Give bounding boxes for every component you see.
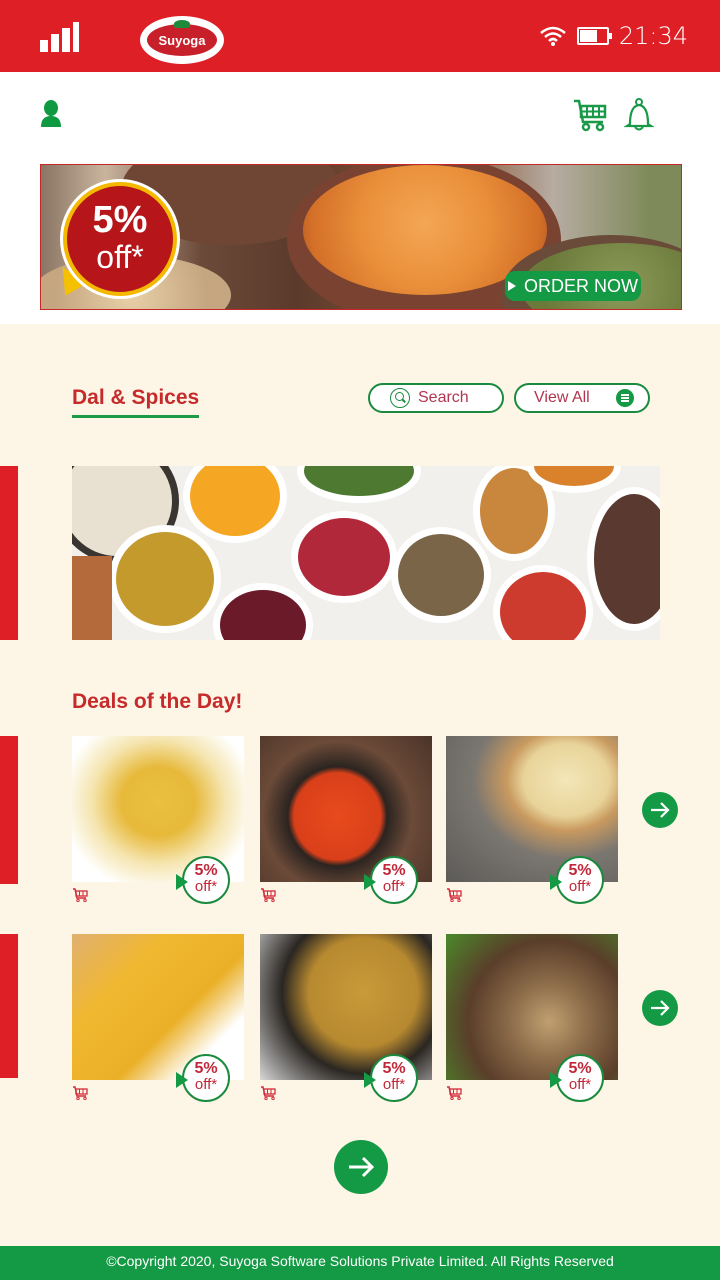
order-now-label: ORDER NOW — [524, 275, 638, 296]
row-marker — [0, 934, 18, 1078]
arrow-right-icon — [651, 1000, 670, 1016]
offer-suffix: off* — [96, 239, 144, 275]
discount-badge[interactable]: 5% off* — [550, 856, 604, 904]
view-all-button[interactable]: View All — [514, 383, 650, 413]
signal-icon — [40, 22, 80, 52]
discount-badge[interactable]: 5% off* — [176, 1054, 230, 1102]
offer-percent: 5% — [92, 199, 148, 241]
spice-chilli — [534, 466, 614, 486]
discount-suffix: off* — [382, 1076, 406, 1093]
discount-badge[interactable]: 5% off* — [364, 856, 418, 904]
badge-pointer-icon — [176, 1072, 188, 1088]
discount-badge[interactable]: 5% off* — [176, 856, 230, 904]
spice-cinnamon — [72, 556, 112, 640]
play-icon — [508, 281, 516, 291]
row-next-button[interactable] — [642, 990, 678, 1026]
view-all-label: View All — [534, 389, 590, 406]
discount-percent: 5% — [194, 862, 218, 879]
copyright-text: ©Copyright 2020, Suyoga Software Solutio… — [106, 1253, 614, 1269]
category-title: Dal & Spices — [72, 386, 200, 418]
offer-badge: 5% off* — [60, 179, 180, 299]
battery-icon — [576, 27, 612, 45]
status-bar: Suyoga 21:34 — [0, 0, 720, 72]
spice-sumac — [220, 590, 306, 640]
spice-cumin-powder — [116, 532, 214, 626]
discount-percent: 5% — [194, 1060, 218, 1077]
arrow-right-icon — [349, 1156, 375, 1178]
battery-fill — [579, 30, 597, 42]
add-to-cart-icon[interactable] — [260, 888, 276, 902]
discount-badge[interactable]: 5% off* — [364, 1054, 418, 1102]
badge-pointer-icon — [550, 874, 562, 890]
discount-suffix: off* — [568, 1076, 592, 1093]
spice-fenugreek — [480, 468, 548, 554]
add-to-cart-icon[interactable] — [446, 888, 462, 902]
spice-paprika — [500, 572, 586, 640]
spice-herbs — [304, 466, 414, 496]
badge-pointer-icon — [364, 874, 376, 890]
deals-title: Deals of the Day! — [72, 690, 243, 713]
add-to-cart-icon[interactable] — [260, 1086, 276, 1100]
cart-icon[interactable] — [572, 98, 608, 132]
status-indicators: 21:34 — [539, 20, 688, 52]
discount-percent: 5% — [568, 1060, 592, 1077]
load-more-button[interactable] — [334, 1140, 388, 1194]
badge-pointer-icon — [364, 1072, 376, 1088]
arrow-right-icon — [651, 802, 670, 818]
suyoga-logo[interactable]: Suyoga — [140, 16, 224, 64]
menu-icon — [616, 389, 634, 407]
add-to-cart-icon[interactable] — [446, 1086, 462, 1100]
promo-banner[interactable]: 5% off* ORDER NOW — [40, 164, 682, 310]
badge-pointer-icon — [550, 1072, 562, 1088]
row-next-button[interactable] — [642, 792, 678, 828]
search-icon — [390, 388, 410, 408]
discount-suffix: off* — [568, 878, 592, 895]
discount-percent: 5% — [382, 862, 406, 879]
clock: 21:34 — [618, 22, 688, 50]
offer-badge-inner: 5% off* — [63, 182, 177, 296]
wifi-icon — [540, 26, 566, 46]
bell-icon[interactable] — [624, 98, 654, 132]
spice-pink-pepper — [298, 518, 390, 596]
logo-text: Suyoga — [147, 24, 217, 56]
row-marker — [0, 736, 18, 884]
discount-suffix: off* — [382, 878, 406, 895]
discount-badge[interactable]: 5% off* — [550, 1054, 604, 1102]
order-now-button[interactable]: ORDER NOW — [505, 271, 641, 301]
discount-percent: 5% — [382, 1060, 406, 1077]
discount-percent: 5% — [568, 862, 592, 879]
search-label: Search — [418, 389, 469, 406]
footer: ©Copyright 2020, Suyoga Software Solutio… — [0, 1246, 720, 1280]
section-marker — [0, 466, 18, 640]
spice-turmeric — [190, 466, 280, 536]
add-to-cart-icon[interactable] — [72, 1086, 88, 1100]
spice-peppercorns — [594, 494, 660, 624]
search-button[interactable]: Search — [368, 383, 504, 413]
discount-suffix: off* — [194, 1076, 218, 1093]
add-to-cart-icon[interactable] — [72, 888, 88, 902]
badge-pointer-icon — [176, 874, 188, 890]
spices-banner[interactable] — [72, 466, 660, 640]
logo-leaf-icon — [174, 20, 190, 28]
spice-cumin-seeds — [398, 534, 484, 616]
user-icon[interactable] — [40, 100, 62, 128]
discount-suffix: off* — [194, 878, 218, 895]
